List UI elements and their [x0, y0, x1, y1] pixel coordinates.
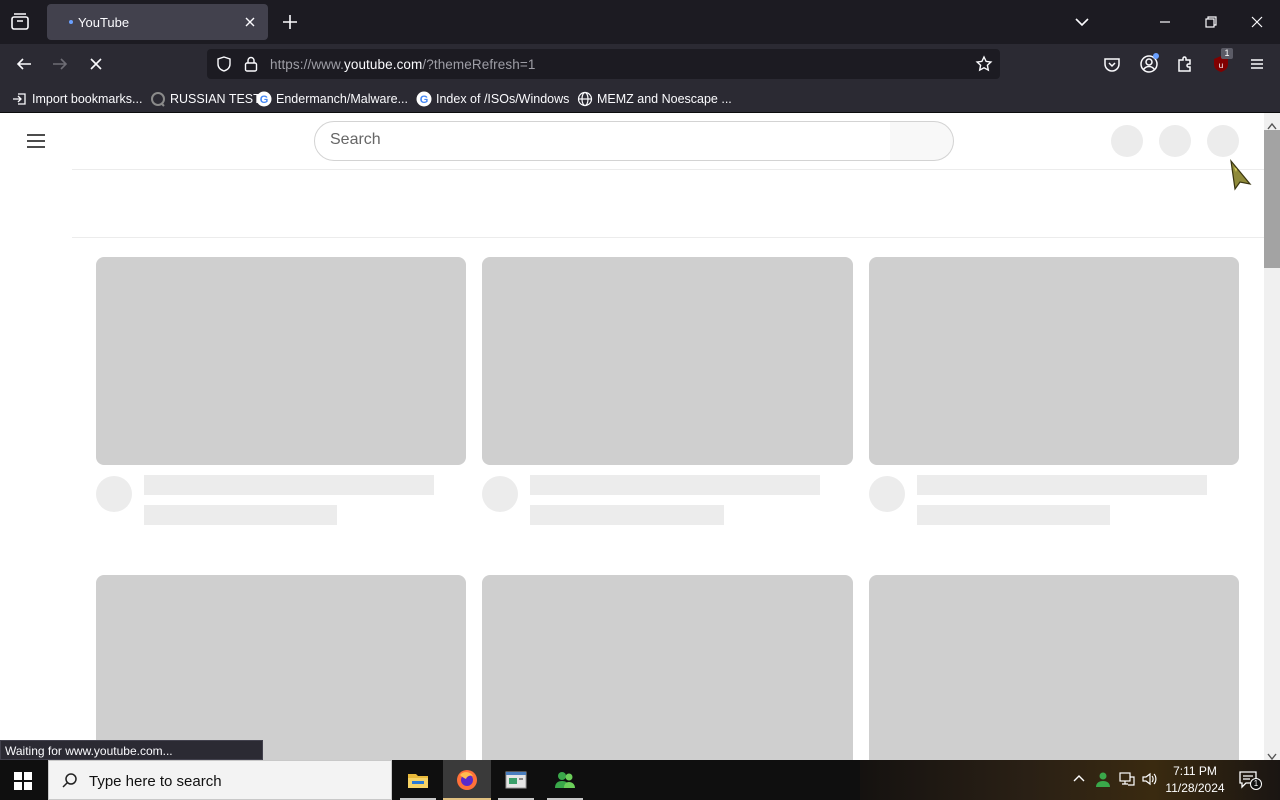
video-thumbnail-placeholder	[869, 257, 1239, 465]
youtube-page	[0, 113, 1264, 760]
chips-bar-divider	[72, 237, 1264, 238]
account-icon[interactable]	[1139, 53, 1159, 74]
favicon-icon	[150, 91, 166, 107]
close-window-icon[interactable]	[1247, 12, 1267, 32]
url-bar[interactable]: https://www.youtube.com/?themeRefresh=1	[207, 49, 1000, 79]
guide-menu-icon[interactable]	[26, 133, 46, 149]
video-thumbnail-placeholder	[482, 575, 853, 760]
chevron-down-icon[interactable]	[1072, 12, 1092, 32]
scroll-up-arrow-icon[interactable]	[1267, 117, 1277, 130]
bookmark-import[interactable]: Import bookmarks...	[12, 90, 142, 108]
system-clock[interactable]: 7:11 PM 11/28/2024	[1160, 763, 1230, 797]
action-center-icon[interactable]: 1	[1238, 770, 1262, 790]
bookmark-label: Endermanch/Malware...	[276, 92, 409, 106]
file-explorer-app[interactable]	[394, 760, 442, 800]
minimize-icon[interactable]	[1155, 12, 1175, 32]
channel-avatar-placeholder	[96, 476, 132, 512]
ublock-origin-icon[interactable]: u 1	[1211, 48, 1233, 74]
taskbar-search-box[interactable]: Type here to search	[48, 760, 392, 800]
extensions-puzzle-icon[interactable]	[1175, 54, 1195, 74]
channel-avatar-placeholder	[869, 476, 905, 512]
google-icon: G	[256, 91, 272, 107]
svg-text:G: G	[420, 94, 429, 106]
app-window[interactable]	[492, 760, 540, 800]
clock-time: 7:11 PM	[1173, 764, 1217, 778]
bookmark-endermanch-malware[interactable]: G Endermanch/Malware...	[256, 90, 408, 108]
bookmarks-toolbar: Import bookmarks... RUSSIAN TEST G Ender…	[0, 84, 1280, 113]
video-thumbnail-placeholder	[96, 575, 466, 760]
channel-avatar-placeholder	[482, 476, 518, 512]
forward-arrow-icon[interactable]	[50, 54, 70, 74]
bookmark-label: MEMZ and Noescape ...	[597, 92, 732, 106]
bookmark-index-isos-windows[interactable]: G Index of /ISOs/Windows	[416, 90, 569, 108]
show-hidden-icons-chevron-icon[interactable]	[1070, 770, 1088, 788]
video-thumbnail-placeholder	[96, 257, 466, 465]
svg-text:G: G	[260, 94, 269, 106]
extension-badge: 1	[1221, 48, 1233, 59]
title-line-placeholder	[917, 475, 1207, 495]
bookmark-label: RUSSIAN TEST	[170, 92, 261, 106]
import-icon	[12, 91, 28, 107]
cursor-pointer-icon	[1228, 158, 1254, 192]
close-tab-icon[interactable]	[242, 14, 258, 30]
back-arrow-icon[interactable]	[14, 54, 34, 74]
firefox-app[interactable]	[443, 760, 491, 800]
people-tray-icon[interactable]	[1094, 770, 1112, 788]
loading-dot-icon	[69, 20, 73, 24]
windows-start-icon[interactable]	[14, 772, 32, 790]
bookmark-label: Import bookmarks...	[32, 92, 143, 106]
meta-line-placeholder	[530, 505, 724, 525]
video-thumbnail-placeholder	[482, 257, 853, 465]
video-thumbnail-placeholder	[869, 575, 1239, 760]
stop-loading-icon[interactable]	[86, 54, 106, 74]
tab-strip: YouTube	[0, 0, 1280, 44]
taskbar-search-placeholder: Type here to search	[89, 773, 222, 790]
bookmark-russian-test[interactable]: RUSSIAN TEST	[150, 90, 261, 108]
messenger-people-icon	[555, 772, 575, 788]
meta-line-placeholder	[144, 505, 337, 525]
scrollbar-thumb[interactable]	[1264, 130, 1280, 268]
list-all-tabs-icon[interactable]	[8, 10, 32, 34]
clock-date: 11/28/2024	[1165, 781, 1225, 795]
title-line-placeholder	[144, 475, 434, 495]
avatar-placeholder	[1207, 125, 1239, 157]
masthead-divider	[72, 169, 1264, 170]
network-icon[interactable]	[1118, 770, 1136, 788]
bookmark-memz-noescape[interactable]: MEMZ and Noescape ...	[577, 90, 732, 108]
firefox-icon	[457, 770, 477, 790]
hamburger-menu-icon[interactable]	[1247, 54, 1267, 74]
bookmark-label: Index of /ISOs/Windows	[436, 92, 570, 106]
search-icon	[61, 772, 79, 790]
restore-icon[interactable]	[1201, 12, 1221, 32]
windows-taskbar: Type here to search 7:11 PM 11/28/2024 1	[0, 760, 1280, 800]
new-tab-icon[interactable]	[280, 12, 300, 32]
volume-icon[interactable]	[1141, 770, 1159, 788]
title-line-placeholder	[530, 475, 820, 495]
tab-youtube[interactable]: YouTube	[47, 4, 268, 40]
meta-line-placeholder	[917, 505, 1110, 525]
lock-icon[interactable]	[243, 55, 259, 73]
tracking-protection-shield-icon[interactable]	[215, 55, 233, 73]
notification-count-badge: 1	[1250, 778, 1262, 790]
globe-icon	[577, 91, 593, 107]
svg-text:u: u	[1219, 61, 1223, 70]
status-panel: Waiting for www.youtube.com...	[0, 740, 263, 760]
tab-title: YouTube	[78, 15, 130, 30]
scroll-down-arrow-icon[interactable]	[1267, 748, 1277, 761]
notifications-button-placeholder	[1159, 125, 1191, 157]
create-button-placeholder	[1111, 125, 1143, 157]
url-text[interactable]: https://www.youtube.com/?themeRefresh=1	[270, 57, 535, 72]
app-window-icon	[505, 771, 527, 789]
navigation-toolbar: https://www.youtube.com/?themeRefresh=1 …	[0, 44, 1280, 84]
search-input[interactable]	[330, 131, 870, 149]
search-box	[314, 121, 891, 161]
google-icon: G	[416, 91, 432, 107]
bookmark-star-icon[interactable]	[975, 55, 993, 73]
pocket-icon[interactable]	[1102, 54, 1122, 74]
search-button[interactable]	[890, 121, 954, 161]
page-scrollbar[interactable]	[1264, 113, 1280, 761]
messenger-app[interactable]	[541, 760, 589, 800]
folder-icon	[408, 774, 428, 788]
